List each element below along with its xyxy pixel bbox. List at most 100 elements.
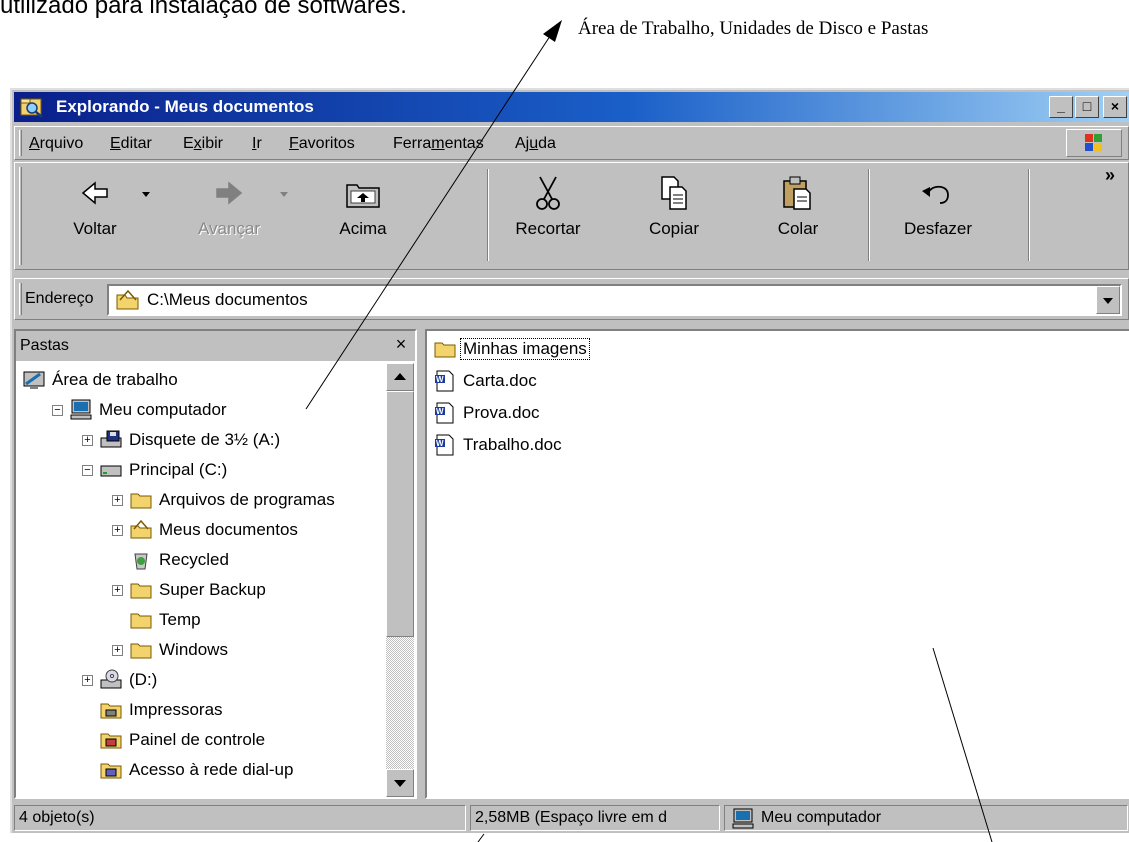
my-documents-folder-icon (130, 519, 152, 539)
paste-label: Colar (777, 219, 819, 238)
file-name: Minhas imagens (460, 338, 590, 360)
tree-item-label: Recycled (159, 550, 229, 569)
file-name: Prova.doc (463, 403, 540, 422)
menu-ir[interactable]: Ir (252, 135, 262, 153)
menu-editar[interactable]: Editar (110, 135, 152, 153)
tree-item[interactable]: + Disquete de 3½ (A:) (16, 425, 384, 455)
tree-item[interactable]: Temp (16, 605, 384, 635)
collapse-node-icon[interactable]: − (52, 404, 63, 416)
tree-item[interactable]: + Windows (16, 635, 384, 665)
paste-clipboard-icon (783, 176, 811, 210)
chevron-down-icon (1103, 298, 1113, 304)
paste-button[interactable]: Colar (750, 169, 846, 261)
address-grip[interactable] (19, 283, 22, 315)
cut-button[interactable]: Recortar (500, 169, 596, 261)
computer-icon (70, 399, 92, 420)
minimize-button[interactable]: _ (1049, 96, 1073, 118)
tree-item[interactable]: Impressoras (16, 695, 384, 725)
forward-dropdown-icon[interactable] (279, 191, 289, 199)
tree-item-label: Disquete de 3½ (A:) (129, 430, 281, 449)
menu-grip[interactable] (19, 130, 22, 156)
toolbar-more-chevron[interactable]: » (1105, 165, 1115, 186)
menu-exibir[interactable]: Exibir (183, 135, 223, 153)
scroll-thumb[interactable] (386, 391, 414, 637)
tree-item[interactable]: − Meu computador (16, 395, 384, 425)
tree-item[interactable]: − Principal (C:) (16, 455, 384, 485)
tree-item[interactable]: Recycled (16, 545, 384, 575)
folders-pane: Pastas × Área de trabalho − Meu computador… (14, 329, 417, 799)
undo-icon (922, 185, 949, 204)
up-button[interactable]: Acima (315, 169, 411, 261)
address-field[interactable]: C:\Meus documentos (107, 284, 1122, 316)
tree-item-label: Principal (C:) (129, 460, 228, 479)
collapse-node-icon[interactable]: − (82, 464, 93, 476)
menu-bar: Arquivo Editar Exibir Ir Favoritos Ferra… (14, 126, 1129, 160)
tree-item-label: Impressoras (129, 700, 223, 719)
cut-label: Recortar (515, 219, 581, 238)
word-document-icon: W (435, 402, 454, 424)
menu-ajuda[interactable]: Ajuda (515, 135, 556, 153)
windows-flag-icon (1085, 134, 1102, 151)
expand-node-icon[interactable]: + (112, 524, 123, 536)
undo-button[interactable]: Desfazer (890, 169, 986, 261)
tree-item[interactable]: + Meus documentos (16, 515, 384, 545)
annotation-line-bottom-left (477, 833, 485, 842)
title-bar[interactable]: Explorando - Meus documentos _ □ × (14, 92, 1129, 122)
copy-button[interactable]: Copiar (626, 169, 722, 261)
callout-arrowhead (543, 20, 562, 42)
maximize-button[interactable]: □ (1075, 96, 1099, 118)
tree-item[interactable]: Área de trabalho (16, 365, 384, 395)
tree-item[interactable]: Painel de controle (16, 725, 384, 755)
tree-item-label: Arquivos de programas (159, 490, 335, 509)
file-item[interactable]: Minhas imagens (433, 333, 590, 365)
scroll-up-button[interactable] (386, 363, 414, 391)
forward-button[interactable]: Avançar (181, 169, 277, 261)
file-item[interactable]: W Trabalho.doc (433, 429, 589, 461)
folders-vertical-scrollbar[interactable] (386, 363, 414, 797)
folder-icon (130, 493, 152, 509)
address-dropdown-button[interactable] (1096, 286, 1120, 314)
expand-node-icon[interactable]: + (112, 494, 123, 506)
file-item[interactable]: W Carta.doc (433, 365, 589, 397)
expand-node-icon[interactable]: + (112, 644, 123, 656)
dialup-network-icon (100, 763, 122, 779)
tree-item-label: Área de trabalho (52, 370, 178, 389)
expand-node-icon[interactable]: + (82, 674, 93, 686)
tree-item-label: Acesso à rede dial-up (129, 760, 294, 779)
tree-item-label: Windows (159, 640, 228, 659)
tree-item[interactable]: Acesso à rede dial-up (16, 755, 384, 785)
tree-item[interactable]: + Super Backup (16, 575, 384, 605)
expand-node-icon[interactable]: + (112, 584, 123, 596)
explorer-window: Explorando - Meus documentos _ □ × Arqui… (10, 88, 1129, 833)
folders-pane-close-button[interactable]: × (390, 333, 412, 355)
toolbar-separator (868, 169, 870, 261)
file-item[interactable]: W Prova.doc (433, 397, 589, 429)
callout-label: Área de Trabalho, Unidades de Disco e Pa… (578, 18, 929, 39)
back-button[interactable]: Voltar (47, 169, 143, 261)
back-dropdown-icon[interactable] (141, 191, 151, 199)
hard-drive-icon (100, 465, 122, 477)
printers-folder-icon (100, 703, 122, 719)
windows-logo-throbber (1066, 129, 1122, 157)
folder-icon (130, 643, 152, 659)
scroll-down-button[interactable] (386, 769, 414, 797)
toolbar-grip[interactable] (19, 167, 22, 265)
menu-favoritos[interactable]: Favoritos (289, 135, 355, 153)
menu-arquivo[interactable]: Arquivo (29, 135, 83, 153)
desktop-icon (23, 371, 45, 389)
expand-node-icon[interactable]: + (82, 434, 93, 446)
cd-drive-icon (100, 669, 122, 689)
control-panel-icon (100, 733, 122, 749)
tree-item[interactable]: + Arquivos de programas (16, 485, 384, 515)
tree-item[interactable]: + (D:) (16, 665, 384, 695)
scissors-icon (536, 176, 560, 210)
toolbar-separator (1028, 169, 1030, 261)
close-button[interactable]: × (1103, 96, 1127, 118)
status-free-space: 2,58MB (Espaço livre em d (470, 805, 720, 831)
menu-ferramentas[interactable]: Ferramentas (393, 135, 484, 153)
word-document-icon: W (435, 434, 454, 456)
file-list-pane: Minhas imagens W Carta.doc W Prova.doc W Traba… (425, 329, 1129, 799)
up-label: Acima (339, 219, 387, 238)
computer-icon (732, 808, 754, 829)
tree-item-label: Super Backup (159, 580, 266, 599)
